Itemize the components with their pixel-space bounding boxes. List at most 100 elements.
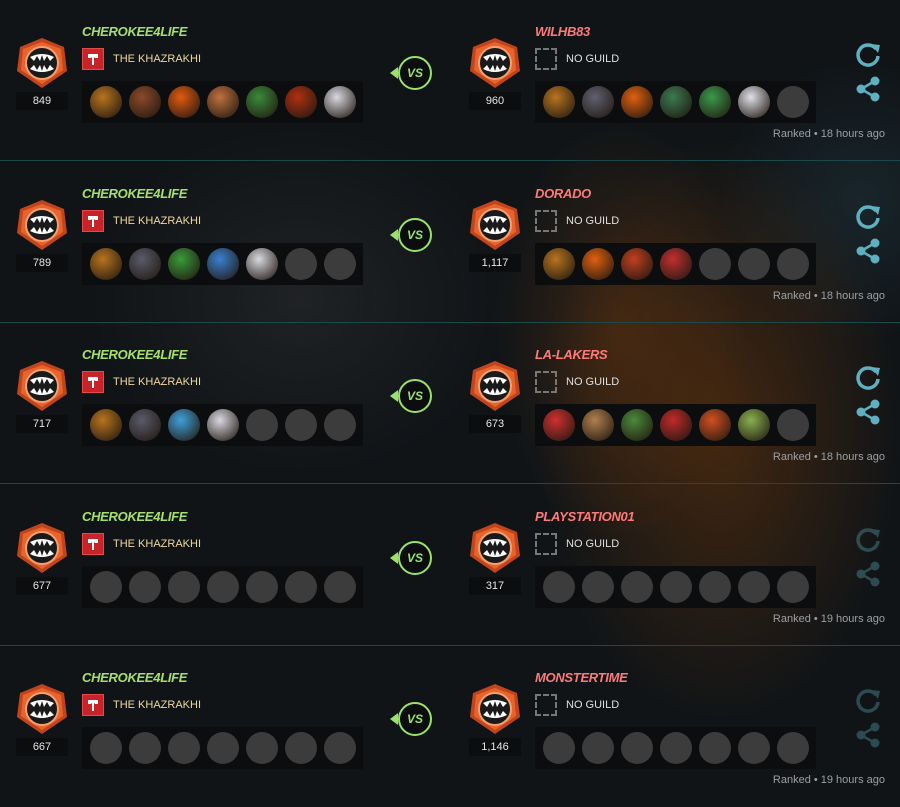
left-rating: 667 — [16, 738, 68, 756]
vs-arrow-icon — [390, 552, 398, 564]
empty-hero-slot — [323, 732, 356, 764]
hero-portrait[interactable] — [284, 86, 317, 118]
left-guild-name: THE KHAZRAKHI — [113, 538, 202, 550]
vs-arrow-icon — [390, 229, 398, 241]
hero-portrait[interactable] — [620, 409, 653, 441]
left-player-name[interactable]: CHEROKEE4LIFE — [82, 186, 187, 201]
hero-portrait[interactable] — [323, 86, 356, 118]
left-emblem-icon[interactable] — [16, 37, 68, 89]
hero-portrait[interactable] — [89, 409, 122, 441]
right-team — [535, 81, 816, 123]
right-player-name[interactable]: MONSTERTIME — [535, 670, 628, 685]
empty-hero-slot — [698, 571, 731, 603]
match-meta: Ranked • 18 hours ago — [772, 451, 885, 463]
hero-portrait[interactable] — [128, 409, 161, 441]
right-rating: 1,117 — [469, 254, 521, 272]
left-player-name[interactable]: CHEROKEE4LIFE — [82, 509, 187, 524]
hero-portrait[interactable] — [698, 409, 731, 441]
right-guild-name: NO GUILD — [566, 215, 620, 227]
hero-portrait[interactable] — [206, 248, 239, 280]
hero-portrait[interactable] — [737, 409, 770, 441]
empty-hero-slot — [698, 248, 731, 280]
right-rating: 673 — [469, 415, 521, 433]
match-meta: Ranked • 19 hours ago — [772, 774, 885, 786]
hero-portrait[interactable] — [542, 86, 575, 118]
empty-hero-slot — [167, 571, 200, 603]
replay-icon[interactable] — [853, 363, 883, 393]
match-row: 789 CHEROKEE4LIFE THE KHAZRAKHI VS 1,117 DOR… — [0, 162, 900, 323]
left-emblem-icon[interactable] — [16, 360, 68, 412]
empty-hero-slot — [89, 571, 122, 603]
hero-portrait[interactable] — [167, 248, 200, 280]
left-guild[interactable]: THE KHAZRAKHI — [82, 694, 201, 716]
replay-icon[interactable] — [853, 40, 883, 70]
hero-portrait[interactable] — [542, 248, 575, 280]
share-icon[interactable] — [853, 74, 883, 104]
replay-icon — [853, 686, 883, 716]
hero-portrait[interactable] — [206, 409, 239, 441]
right-emblem-icon[interactable] — [469, 522, 521, 574]
share-icon — [853, 720, 883, 750]
match-row: 717 CHEROKEE4LIFE THE KHAZRAKHI VS 673 LA-LA… — [0, 323, 900, 484]
left-guild[interactable]: THE KHAZRAKHI — [82, 371, 201, 393]
hero-portrait[interactable] — [167, 409, 200, 441]
hero-portrait[interactable] — [659, 409, 692, 441]
empty-hero-slot — [581, 571, 614, 603]
match-row: 677 CHEROKEE4LIFE THE KHAZRAKHI VS 317 PLAYS… — [0, 485, 900, 646]
right-emblem-icon[interactable] — [469, 37, 521, 89]
left-rating: 717 — [16, 415, 68, 433]
hero-portrait[interactable] — [620, 86, 653, 118]
left-team — [82, 727, 363, 769]
left-player-name[interactable]: CHEROKEE4LIFE — [82, 670, 187, 685]
hero-portrait[interactable] — [581, 409, 614, 441]
hero-portrait[interactable] — [128, 248, 161, 280]
right-player-name[interactable]: DORADO — [535, 186, 591, 201]
empty-hero-slot — [323, 248, 356, 280]
hero-portrait[interactable] — [245, 86, 278, 118]
share-icon[interactable] — [853, 236, 883, 266]
left-player-name[interactable]: CHEROKEE4LIFE — [82, 347, 187, 362]
vs-badge: VS — [398, 541, 432, 575]
hero-portrait[interactable] — [89, 86, 122, 118]
right-player-name[interactable]: WILHB83 — [535, 24, 590, 39]
empty-hero-slot — [284, 409, 317, 441]
hero-portrait[interactable] — [89, 248, 122, 280]
empty-guild-icon — [535, 694, 557, 716]
right-player-name[interactable]: LA-LAKERS — [535, 347, 608, 362]
hero-portrait[interactable] — [659, 86, 692, 118]
right-guild: NO GUILD — [535, 371, 619, 393]
hero-portrait[interactable] — [542, 409, 575, 441]
hero-portrait[interactable] — [698, 86, 731, 118]
hero-portrait[interactable] — [167, 86, 200, 118]
empty-hero-slot — [737, 571, 770, 603]
right-emblem-icon[interactable] — [469, 683, 521, 735]
hero-portrait[interactable] — [581, 86, 614, 118]
left-emblem-icon[interactable] — [16, 683, 68, 735]
hero-portrait[interactable] — [206, 86, 239, 118]
right-emblem-icon[interactable] — [469, 199, 521, 251]
hero-portrait[interactable] — [245, 248, 278, 280]
empty-hero-slot — [542, 732, 575, 764]
hero-portrait[interactable] — [659, 248, 692, 280]
right-emblem-icon[interactable] — [469, 360, 521, 412]
left-emblem-icon[interactable] — [16, 199, 68, 251]
hammer-banner-icon — [82, 210, 104, 232]
left-guild-name: THE KHAZRAKHI — [113, 376, 202, 388]
right-player-name[interactable]: PLAYSTATION01 — [535, 509, 635, 524]
left-guild-name: THE KHAZRAKHI — [113, 53, 202, 65]
hero-portrait[interactable] — [581, 248, 614, 280]
empty-hero-slot — [206, 732, 239, 764]
share-icon — [853, 559, 883, 589]
replay-icon[interactable] — [853, 202, 883, 232]
left-emblem-icon[interactable] — [16, 522, 68, 574]
left-guild[interactable]: THE KHAZRAKHI — [82, 533, 201, 555]
share-icon[interactable] — [853, 397, 883, 427]
left-guild[interactable]: THE KHAZRAKHI — [82, 48, 201, 70]
right-rating: 960 — [469, 92, 521, 110]
left-guild[interactable]: THE KHAZRAKHI — [82, 210, 201, 232]
empty-hero-slot — [776, 86, 809, 118]
hero-portrait[interactable] — [128, 86, 161, 118]
left-player-name[interactable]: CHEROKEE4LIFE — [82, 24, 187, 39]
hero-portrait[interactable] — [620, 248, 653, 280]
hero-portrait[interactable] — [737, 86, 770, 118]
